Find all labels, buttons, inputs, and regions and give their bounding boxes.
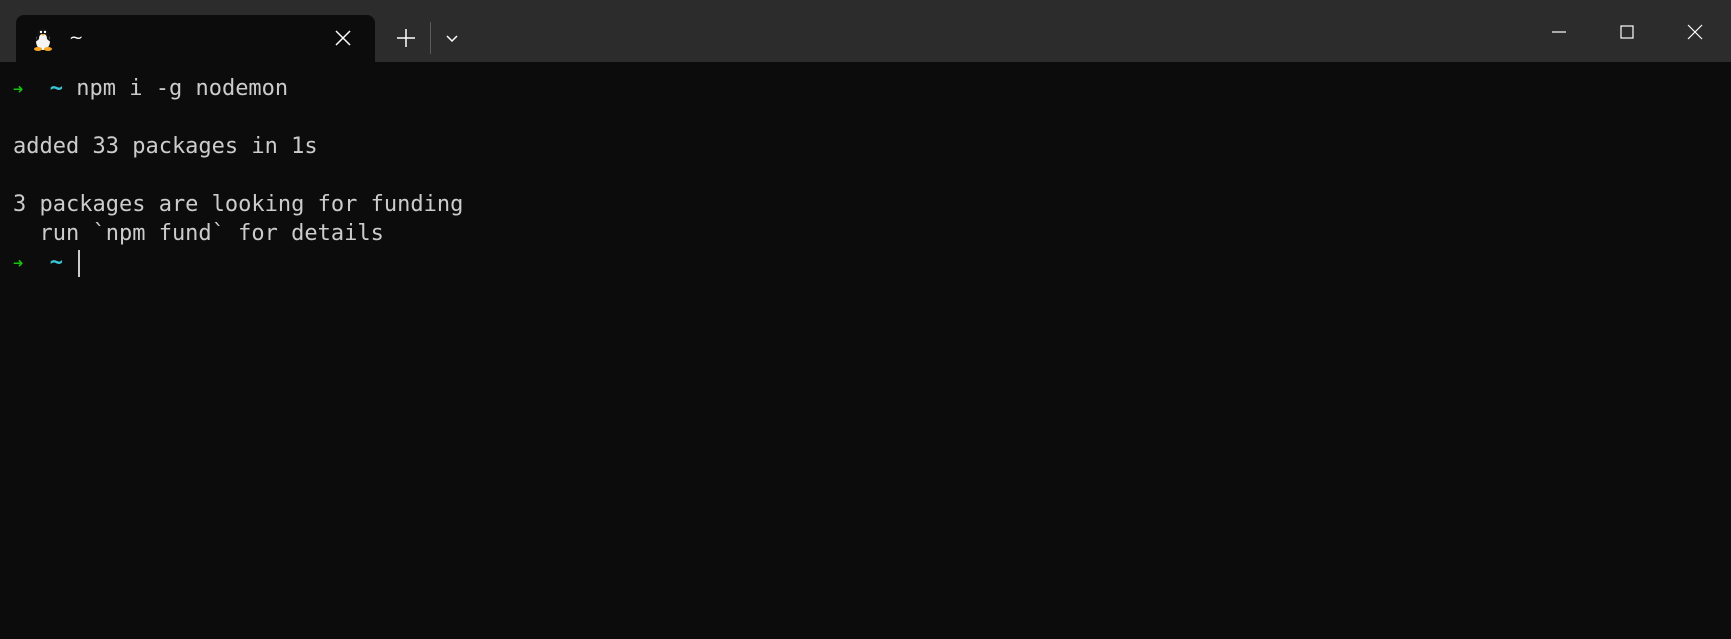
terminal-window: ~ ➜ ~ npm i -g nodemon added 33 packages … — [0, 0, 1731, 639]
output-line: added 33 packages in 1s — [13, 134, 318, 159]
title-bar[interactable]: ~ — [0, 0, 1731, 62]
output-line: 3 packages are looking for funding — [13, 192, 464, 217]
tab-title: ~ — [69, 28, 84, 48]
chevron-down-icon[interactable] — [440, 26, 464, 50]
prompt-directory: ~ — [49, 250, 63, 275]
linux-tux-icon — [34, 28, 52, 51]
prompt-line: ➜ ~ npm i -g nodemon — [13, 74, 1713, 103]
text-cursor — [78, 249, 81, 277]
prompt-directory: ~ — [49, 76, 63, 101]
command-text: npm i -g nodemon — [76, 76, 289, 101]
prompt-line: ➜ ~ — [13, 248, 1713, 277]
output-line: run `npm fund` for details — [13, 221, 384, 246]
prompt-arrow: ➜ — [13, 80, 24, 100]
maximize-icon[interactable] — [1609, 14, 1645, 50]
plus-icon[interactable] — [391, 23, 421, 53]
tab-close-icon[interactable] — [331, 26, 355, 50]
prompt-arrow: ➜ — [13, 254, 24, 274]
tab-home[interactable]: ~ — [16, 15, 375, 62]
tab-separator — [430, 22, 431, 54]
minimize-icon[interactable] — [1541, 14, 1577, 50]
terminal-output[interactable]: ➜ ~ npm i -g nodemon added 33 packages in… — [13, 74, 1713, 277]
close-icon[interactable] — [1677, 14, 1713, 50]
